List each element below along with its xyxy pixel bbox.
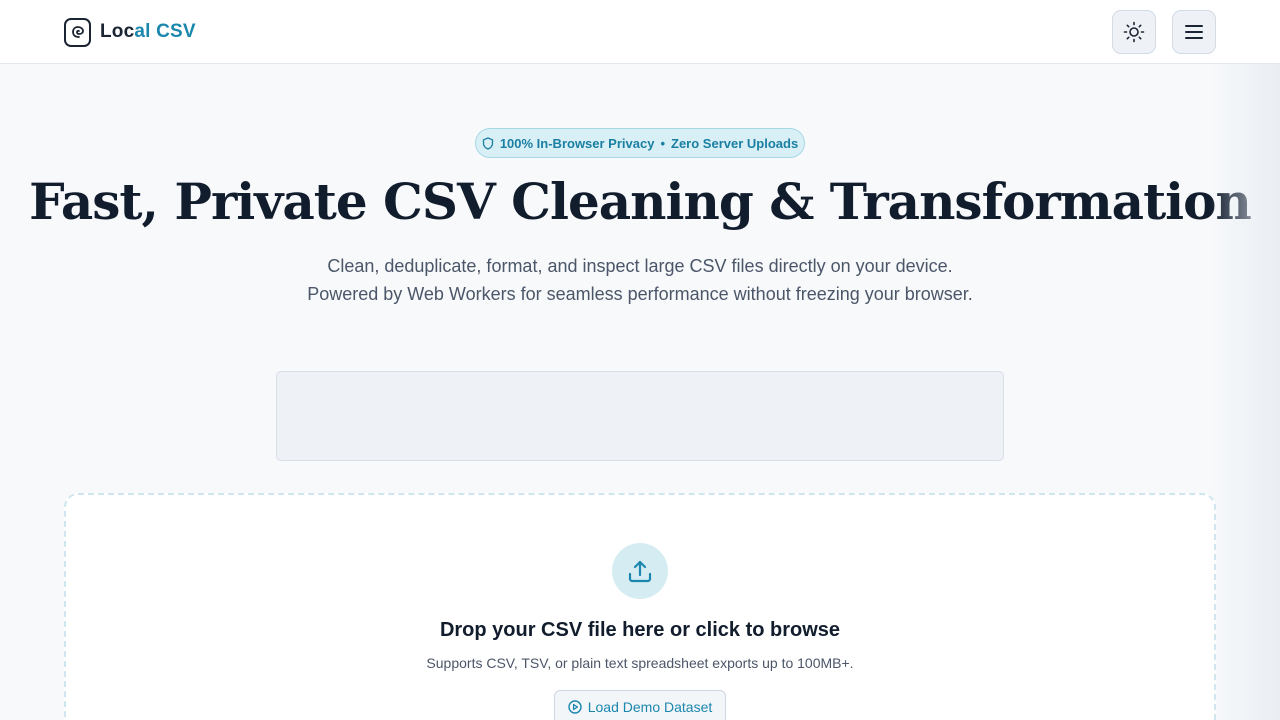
- page-subtitle: Clean, deduplicate, format, and inspect …: [0, 252, 1280, 308]
- badge-text-privacy: 100% In-Browser Privacy: [499, 135, 655, 151]
- file-dropzone[interactable]: Drop your CSV file here or click to brow…: [64, 493, 1216, 720]
- options-panel-placeholder: [276, 371, 1004, 461]
- menu-button[interactable]: [1172, 10, 1216, 54]
- logo[interactable]: Local CSV: [64, 17, 196, 47]
- subtitle-line-2: Powered by Web Workers for seamless perf…: [307, 284, 973, 304]
- privacy-badge: 100% In-Browser Privacy • Zero Server Up…: [475, 128, 805, 158]
- badge-separator: •: [660, 135, 666, 151]
- page-title: Fast, Private CSV Cleaning & Transformat…: [29, 172, 1252, 231]
- hamburger-menu-icon: [1185, 25, 1203, 39]
- load-demo-button[interactable]: Load Demo Dataset: [554, 690, 726, 720]
- upload-icon: [628, 560, 652, 583]
- load-demo-label: Load Demo Dataset: [587, 699, 713, 715]
- subtitle-line-1: Clean, deduplicate, format, and inspect …: [327, 256, 953, 276]
- logo-text-main: Loc: [100, 21, 135, 42]
- shield-icon: [482, 136, 493, 150]
- dropzone-title: Drop your CSV file here or click to brow…: [439, 619, 841, 641]
- dropzone-subtitle: Supports CSV, TSV, or plain text spreads…: [426, 655, 854, 671]
- theme-toggle-button[interactable]: [1112, 10, 1156, 54]
- right-scroll-shadow: [1210, 64, 1280, 720]
- upload-icon-circle: [612, 543, 668, 599]
- badge-text-uploads: Zero Server Uploads: [671, 135, 799, 151]
- logo-text: Local CSV: [100, 21, 196, 43]
- logo-mark-icon: [64, 17, 91, 47]
- sun-icon: [1123, 21, 1145, 43]
- top-header: Local CSV: [0, 0, 1280, 64]
- logo-text-accent: al CSV: [134, 21, 196, 42]
- play-circle-icon: [568, 700, 582, 714]
